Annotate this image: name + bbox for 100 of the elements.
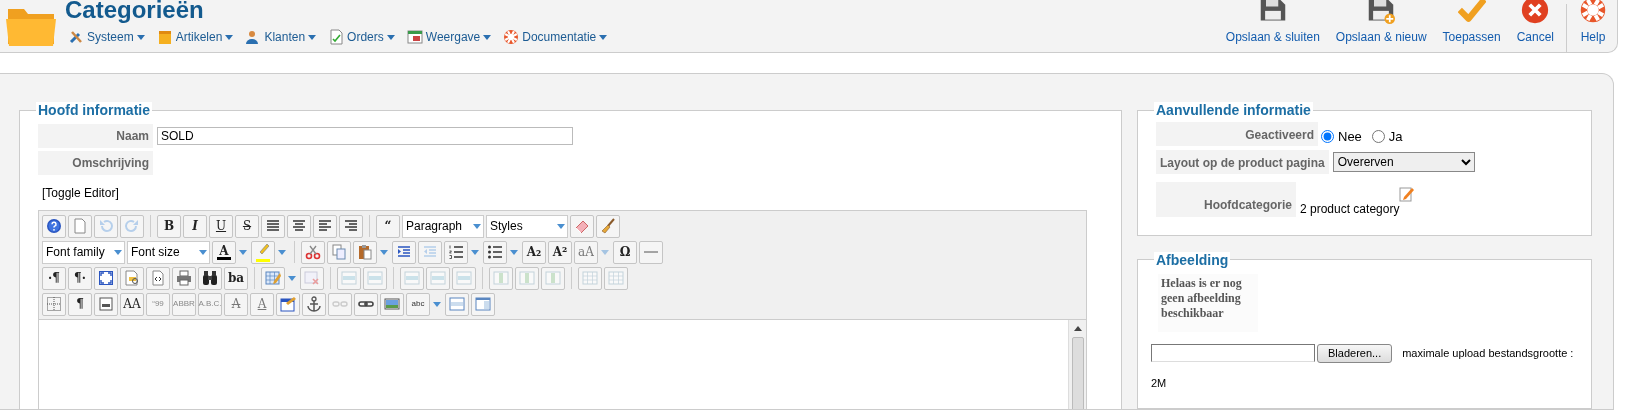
toolbar-button[interactable]: Help xyxy=(1571,0,1615,44)
delete-table-icon xyxy=(304,270,320,286)
caret-icon xyxy=(599,34,608,40)
dropdown[interactable]: Font family xyxy=(42,240,125,264)
caret-icon[interactable] xyxy=(557,223,565,229)
section-heading: Hoofd informatie xyxy=(36,102,152,118)
toolbar-button[interactable]: B xyxy=(157,214,181,238)
help-icon xyxy=(46,218,62,234)
redo-icon xyxy=(124,218,140,234)
bullet-list-icon xyxy=(487,244,503,260)
table-cell-icon xyxy=(582,270,598,286)
toolbar-button[interactable]: AA xyxy=(120,292,144,316)
eraser-icon xyxy=(574,218,590,234)
caret-icon[interactable] xyxy=(199,249,207,255)
scrollbar[interactable] xyxy=(1068,320,1086,409)
printer-icon xyxy=(176,270,192,286)
field-label: Omschrijving xyxy=(38,151,153,175)
field-label: Naam xyxy=(38,124,153,148)
browse-button[interactable]: Bladeren... xyxy=(1317,343,1393,363)
grid-icon xyxy=(46,296,62,312)
toolbar-button[interactable]: A² xyxy=(548,240,572,264)
toolbar-button[interactable] xyxy=(276,292,300,316)
horizontal-rule-icon xyxy=(643,251,659,253)
toolbar-button[interactable]: abc xyxy=(406,292,430,316)
toolbar-button[interactable] xyxy=(354,292,378,316)
field-label: Hoofdcategorie xyxy=(1156,181,1296,217)
field-label: Geactiveerd xyxy=(1156,122,1318,146)
align-center-icon xyxy=(291,218,307,234)
page-break-icon xyxy=(98,296,114,312)
toolbar-button[interactable]: Opslaan & nieuw xyxy=(1327,0,1435,44)
caret-icon[interactable] xyxy=(278,249,286,255)
menu-item[interactable]: Systeem xyxy=(68,28,145,46)
menu-item[interactable]: Orders xyxy=(328,28,395,46)
max-size-text: 2M xyxy=(1151,375,1167,391)
table-cell-icon xyxy=(608,270,624,286)
dropdown[interactable]: Styles xyxy=(486,214,568,238)
upload-note: maximale upload bestandsgrootte : xyxy=(1402,345,1574,361)
menu-item[interactable]: Klanten xyxy=(245,28,317,46)
name-field[interactable]: SOLD xyxy=(157,127,573,145)
paste-icon xyxy=(357,244,373,260)
dropdown[interactable]: Font size xyxy=(127,240,210,264)
toolbar-button[interactable]: “ xyxy=(376,214,400,238)
toolbar-button[interactable]: Cancel xyxy=(1508,0,1562,44)
image-icon xyxy=(384,296,400,312)
toolbar-button[interactable]: Ω xyxy=(613,240,637,264)
outdent-icon xyxy=(422,244,438,260)
file-path-field[interactable] xyxy=(1151,344,1315,363)
align-right-icon xyxy=(343,218,359,234)
table-column-icon xyxy=(493,270,509,286)
caret-icon[interactable] xyxy=(114,249,122,255)
fullscreen-icon xyxy=(98,270,114,286)
window-icon xyxy=(406,29,423,45)
toolbar-button[interactable]: Opslaan & sluiten xyxy=(1217,0,1328,44)
radio-button[interactable] xyxy=(1321,130,1334,144)
menu-item[interactable]: Weergave xyxy=(406,28,492,46)
toolbar-button[interactable]: ¶ xyxy=(68,292,92,316)
code-icon xyxy=(150,270,166,286)
binoculars-icon xyxy=(202,270,218,286)
radio-label: Nee xyxy=(1338,128,1362,146)
menu-item[interactable]: Artikelen xyxy=(156,28,234,46)
checkmark-icon xyxy=(1457,0,1486,24)
caret-icon xyxy=(386,34,395,40)
template-icon xyxy=(449,296,465,312)
radio-button[interactable] xyxy=(1371,130,1385,144)
caret-icon xyxy=(308,34,317,40)
toolbar-button[interactable]: S xyxy=(235,214,259,238)
toolbar-button[interactable]: ¶· xyxy=(68,266,92,290)
toolbar-button[interactable]: A xyxy=(212,240,236,264)
table-row-icon xyxy=(341,270,357,286)
toggle-editor-link[interactable]: [Toggle Editor] xyxy=(42,184,119,202)
attributes-icon xyxy=(280,296,296,312)
caret-icon xyxy=(136,34,145,40)
section-heading: Aanvullende informatie xyxy=(1154,102,1313,118)
toolbar-button[interactable]: U xyxy=(209,214,233,238)
toolbar-button[interactable] xyxy=(94,292,118,316)
caret-icon[interactable] xyxy=(473,223,481,229)
layout-dropdown[interactable]: Overerven xyxy=(1332,151,1475,172)
toolbar-button[interactable]: Toepassen xyxy=(1434,0,1509,44)
toolbar-button[interactable] xyxy=(198,266,222,290)
toolbar-button[interactable]: ·¶ xyxy=(42,266,66,290)
caret-icon xyxy=(225,34,234,40)
menu-item[interactable]: Documentatie xyxy=(503,28,608,46)
layer-icon xyxy=(475,296,491,312)
toolbar-button[interactable]: A₂ xyxy=(522,240,546,264)
radio-label: Ja xyxy=(1388,128,1403,146)
tools-icon xyxy=(68,29,84,45)
table-row-icon xyxy=(404,270,420,286)
toolbar-button[interactable] xyxy=(94,266,118,290)
undo-icon xyxy=(98,218,114,234)
toolbar-button[interactable]: ba xyxy=(224,266,248,290)
caret-icon xyxy=(483,34,492,40)
copy-icon xyxy=(331,244,347,260)
toolbar-button[interactable]: I xyxy=(183,214,207,238)
table-column-icon xyxy=(545,270,561,286)
scrollbar-thumb[interactable] xyxy=(1071,337,1084,409)
table-column-icon xyxy=(519,270,535,286)
toolbar-button[interactable] xyxy=(483,240,507,264)
page-title: Categorieën xyxy=(65,0,205,22)
indent-icon xyxy=(396,244,412,260)
dropdown[interactable]: Paragraph xyxy=(402,214,484,238)
